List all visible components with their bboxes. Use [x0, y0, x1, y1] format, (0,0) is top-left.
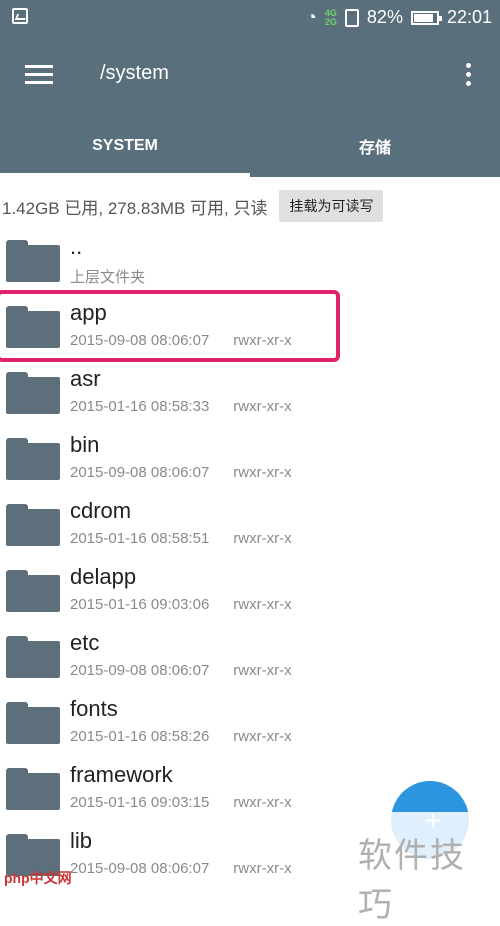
- mount-rw-button[interactable]: 挂载为可读写: [279, 190, 384, 222]
- highlight-box: [0, 290, 340, 362]
- folder-icon: [6, 768, 60, 810]
- folder-icon: [6, 438, 60, 480]
- item-permissions: rwxr-xr-x: [233, 464, 292, 481]
- item-meta: 2015-09-08 08:06:07 rwxr-xr-x: [70, 860, 292, 877]
- list-item-etc[interactable]: etc 2015-09-08 08:06:07 rwxr-xr-x: [0, 626, 500, 692]
- item-name: bin: [70, 432, 100, 457]
- item-permissions: rwxr-xr-x: [233, 860, 292, 877]
- folder-icon: [6, 372, 60, 414]
- battery-icon: [410, 10, 442, 25]
- item-name: lib: [70, 828, 93, 853]
- item-permissions: rwxr-xr-x: [233, 596, 292, 613]
- storage-info: 1.42GB 已用, 278.83MB 可用, 只读: [2, 198, 268, 218]
- item-meta: 2015-09-08 08:06:07 rwxr-xr-x: [70, 464, 292, 481]
- battery-percent: 82%: [366, 7, 403, 27]
- item-meta: 2015-09-08 08:06:07 rwxr-xr-x: [70, 662, 292, 679]
- more-options-icon[interactable]: [466, 63, 472, 90]
- status-bar: ◔ 4G 2G 82% 22:01: [0, 0, 500, 35]
- list-item-asr[interactable]: asr 2015-01-16 08:58:33 rwxr-xr-x: [0, 362, 500, 428]
- item-name: fonts: [70, 696, 118, 721]
- watermark-text: 软件技巧: [358, 837, 466, 924]
- item-meta: 上层文件夹: [70, 266, 145, 287]
- item-meta: 2015-01-16 08:58:26 rwxr-xr-x: [70, 728, 292, 745]
- list-item-fonts[interactable]: fonts 2015-01-16 08:58:26 rwxr-xr-x: [0, 692, 500, 758]
- item-name: framework: [70, 762, 173, 787]
- list-item-cdrom[interactable]: cdrom 2015-01-16 08:58:51 rwxr-xr-x: [0, 494, 500, 560]
- item-permissions: rwxr-xr-x: [233, 662, 292, 679]
- menu-icon[interactable]: [25, 65, 53, 85]
- watermark-logo: php中文网: [4, 870, 72, 886]
- item-date: 2015-01-16 08:58:51: [70, 530, 210, 547]
- item-date: 2015-09-08 08:06:07: [70, 860, 210, 877]
- item-date: 2015-09-08 08:06:07: [70, 464, 210, 481]
- item-meta: 2015-01-16 09:03:06 rwxr-xr-x: [70, 596, 292, 613]
- item-date: 2015-01-16 09:03:15: [70, 794, 210, 811]
- app-bar: /system: [0, 35, 500, 115]
- item-detail: 上层文件夹: [70, 269, 146, 286]
- item-meta: 2015-01-16 08:58:51 rwxr-xr-x: [70, 530, 292, 547]
- item-name: cdrom: [70, 498, 132, 523]
- network-indicator: 4G 2G: [324, 8, 337, 27]
- item-name: delapp: [70, 564, 137, 589]
- tab-bar: SYSTEM 存储: [0, 115, 500, 177]
- tab-storage[interactable]: 存储: [250, 115, 500, 177]
- storage-info-row: 1.42GB 已用, 278.83MB 可用, 只读 挂载为可读写: [0, 188, 500, 224]
- list-item-delapp[interactable]: delapp 2015-01-16 09:03:06 rwxr-xr-x: [0, 560, 500, 626]
- item-date: 2015-09-08 08:06:07: [70, 662, 210, 679]
- network-2g: 2G: [324, 16, 337, 27]
- item-date: 2015-01-16 08:58:26: [70, 728, 210, 745]
- folder-icon: [6, 636, 60, 678]
- status-right: ◔ 4G 2G 82% 22:01: [306, 0, 492, 35]
- item-permissions: rwxr-xr-x: [233, 794, 292, 811]
- item-permissions: rwxr-xr-x: [233, 728, 292, 745]
- item-date: 2015-01-16 09:03:06: [70, 596, 210, 613]
- list-item-parent[interactable]: .. 上层文件夹: [0, 230, 500, 296]
- item-date: 2015-01-16 08:58:33: [70, 398, 210, 415]
- item-permissions: rwxr-xr-x: [233, 398, 292, 415]
- clock: 22:01: [446, 7, 492, 27]
- watermark: 软件技巧: [348, 812, 500, 924]
- tab-system[interactable]: SYSTEM: [0, 115, 250, 177]
- item-permissions: rwxr-xr-x: [233, 530, 292, 547]
- page-title: /system: [100, 62, 169, 84]
- item-name: etc: [70, 630, 100, 655]
- item-name: ..: [70, 234, 83, 259]
- item-meta: 2015-01-16 09:03:15 rwxr-xr-x: [70, 794, 292, 811]
- sim-icon: [344, 8, 359, 27]
- wifi-icon: ◔: [306, 7, 317, 27]
- image-icon: [12, 8, 28, 24]
- list-item-bin[interactable]: bin 2015-09-08 08:06:07 rwxr-xr-x: [0, 428, 500, 494]
- item-name: asr: [70, 366, 101, 391]
- folder-icon: [6, 240, 60, 282]
- folder-icon: [6, 702, 60, 744]
- folder-icon: [6, 504, 60, 546]
- folder-icon: [6, 570, 60, 612]
- item-meta: 2015-01-16 08:58:33 rwxr-xr-x: [70, 398, 292, 415]
